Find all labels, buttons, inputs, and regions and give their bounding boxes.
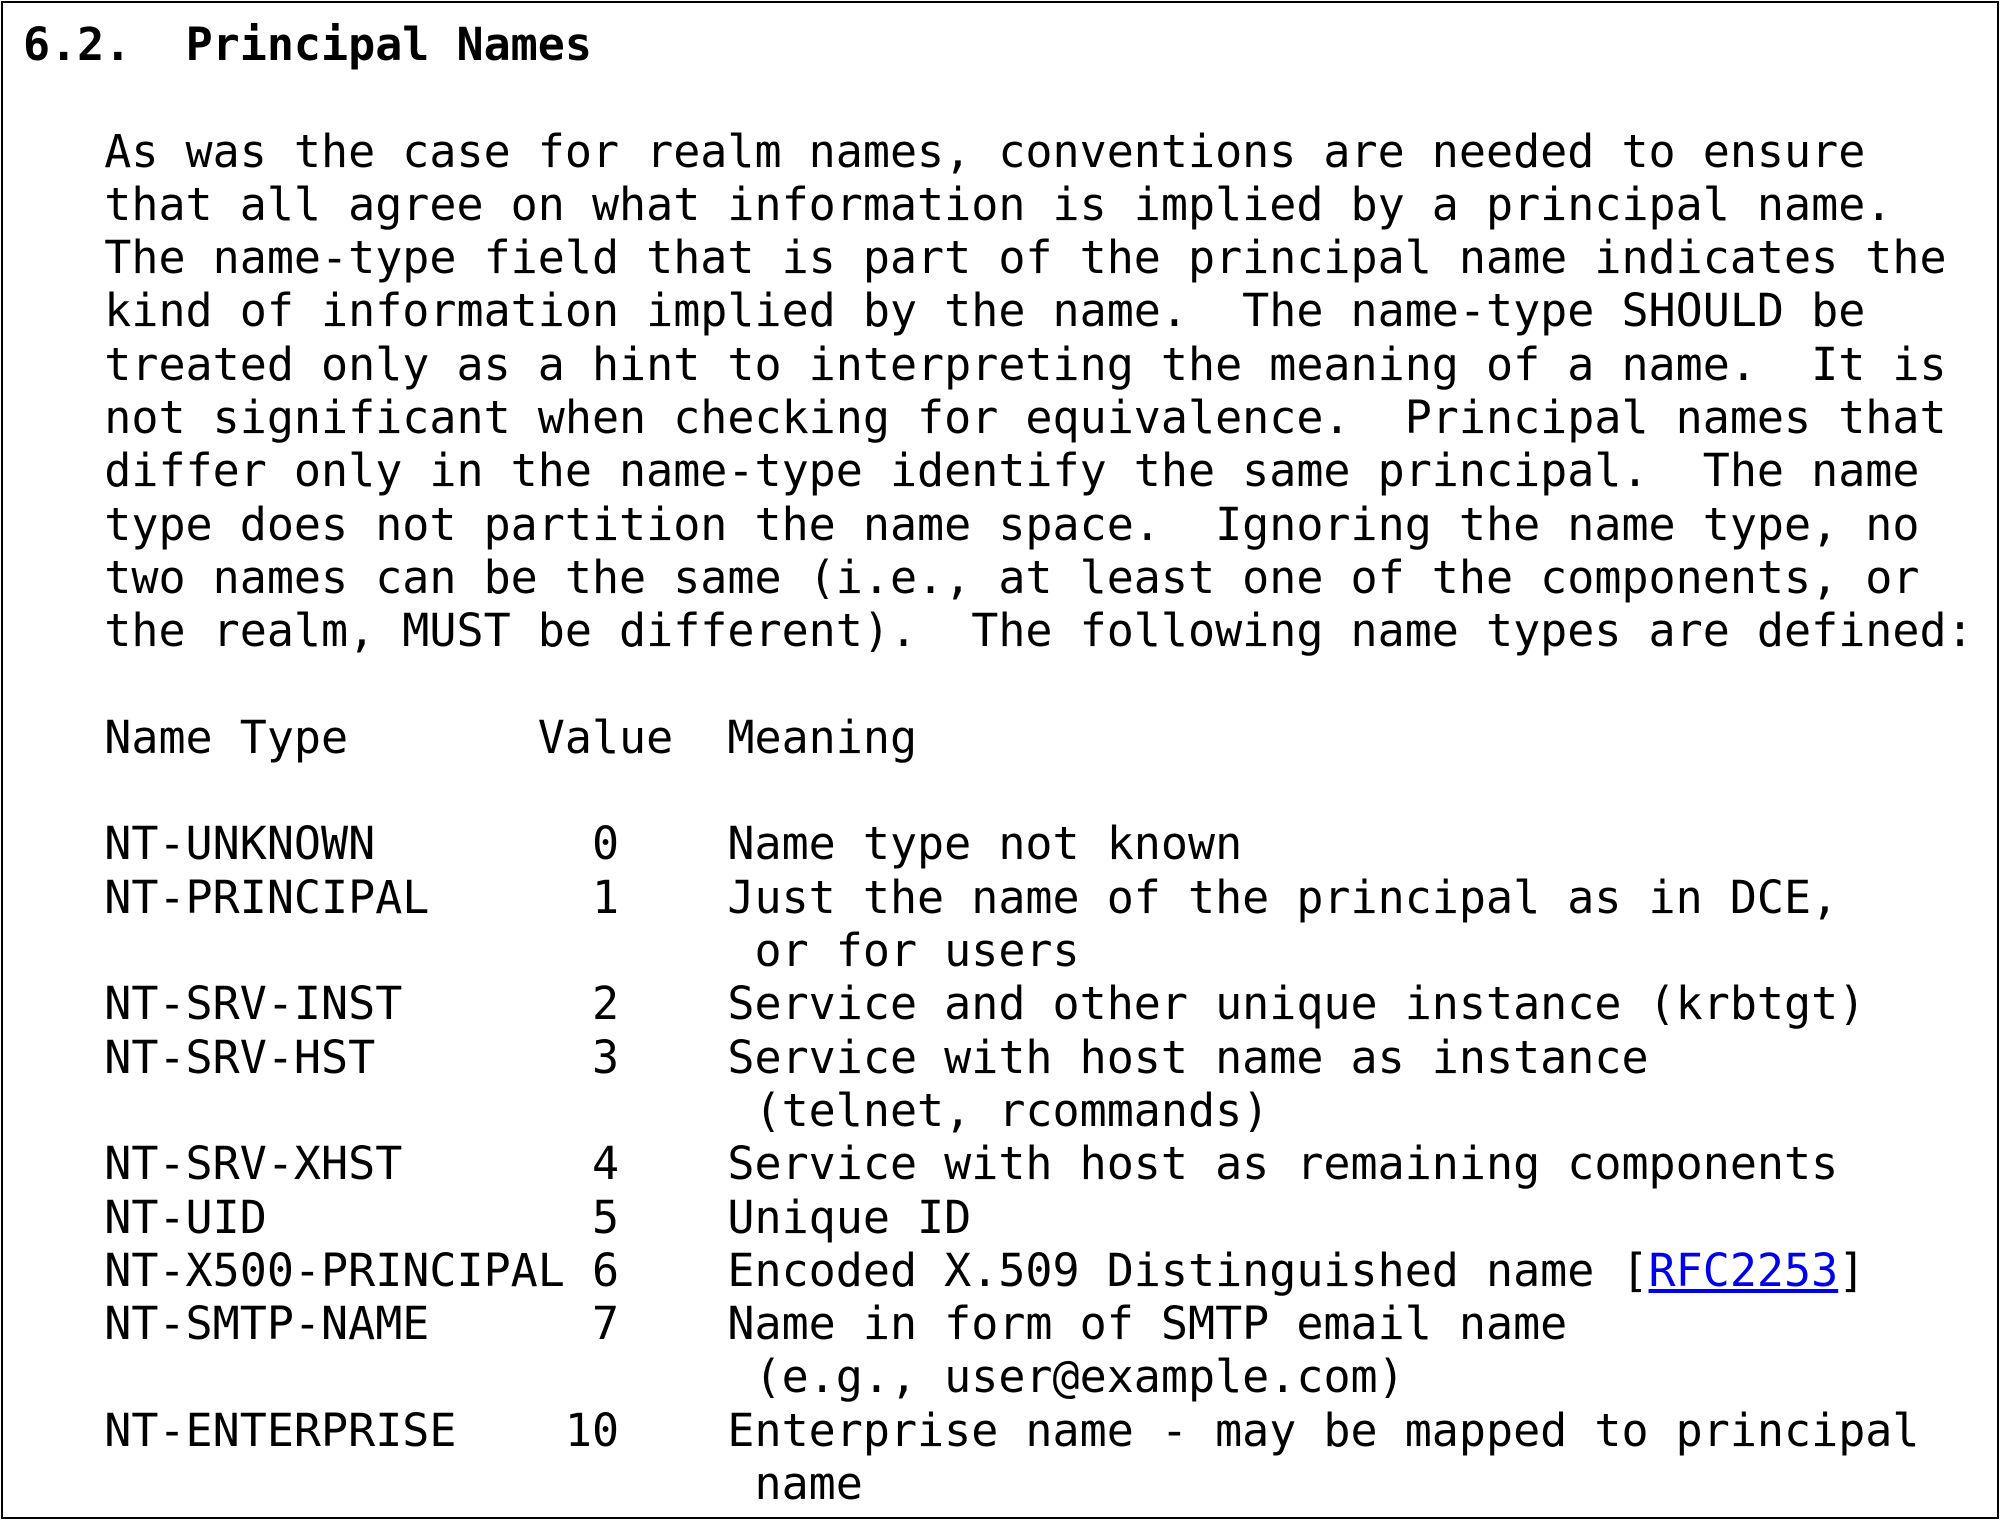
section-heading: 6.2. Principal Names [23, 18, 592, 71]
rfc-text: 6.2. Principal Names As was the case for… [23, 18, 1974, 1510]
table-row: NT-SRV-XHST 4 Service with host as remai… [104, 1137, 1839, 1191]
table-row: NT-SRV-INST 2 Service and other unique i… [104, 977, 1866, 1031]
section-title: Principal Names [185, 18, 592, 71]
table-row-continuation: (e.g., user@example.com) [754, 1350, 1405, 1404]
document-frame: 6.2. Principal Names As was the case for… [1, 1, 1999, 1519]
paragraph-line: two names can be the same (i.e., at leas… [104, 550, 1920, 604]
paragraph-line: kind of information implied by the name.… [104, 284, 1866, 338]
table-row: NT-SMTP-NAME 7 Name in form of SMTP emai… [104, 1297, 1568, 1351]
table-row-text: NT-X500-PRINCIPAL 6 Encoded X.509 Distin… [104, 1243, 1649, 1297]
paragraph-line: the realm, MUST be different). The follo… [104, 604, 1974, 658]
table-row: NT-UNKNOWN 0 Name type not known [104, 817, 1243, 871]
paragraph-line: that all agree on what information is im… [104, 177, 1893, 231]
paragraph-line: type does not partition the name space. … [104, 497, 1920, 551]
closing-bracket: ] [1838, 1243, 1866, 1297]
table-row: NT-SRV-HST 3 Service with host name as i… [104, 1030, 1649, 1084]
rfc2253-link[interactable]: RFC2253 [1649, 1244, 1839, 1297]
paragraph-line: not significant when checking for equiva… [104, 391, 1947, 445]
table-row-continuation: or for users [754, 924, 1080, 978]
table-row: NT-ENTERPRISE 10 Enterprise name - may b… [104, 1403, 1920, 1457]
paragraph-line: The name-type field that is part of the … [104, 231, 1947, 285]
paragraph-line: treated only as a hint to interpreting t… [104, 337, 1947, 391]
table-header: Name Type Value Meaning [104, 710, 918, 764]
section-number: 6.2. [23, 18, 132, 71]
table-row: NT-X500-PRINCIPAL 6 Encoded X.509 Distin… [104, 1244, 1865, 1297]
table-row-continuation: name [754, 1457, 863, 1511]
table-row-continuation: (telnet, rcommands) [754, 1083, 1270, 1137]
table-row: NT-UID 5 Unique ID [104, 1190, 972, 1244]
paragraph-line: As was the case for realm names, convent… [104, 124, 1866, 178]
table-row: NT-PRINCIPAL 1 Just the name of the prin… [104, 870, 1839, 924]
paragraph-line: differ only in the name-type identify th… [104, 444, 1920, 498]
